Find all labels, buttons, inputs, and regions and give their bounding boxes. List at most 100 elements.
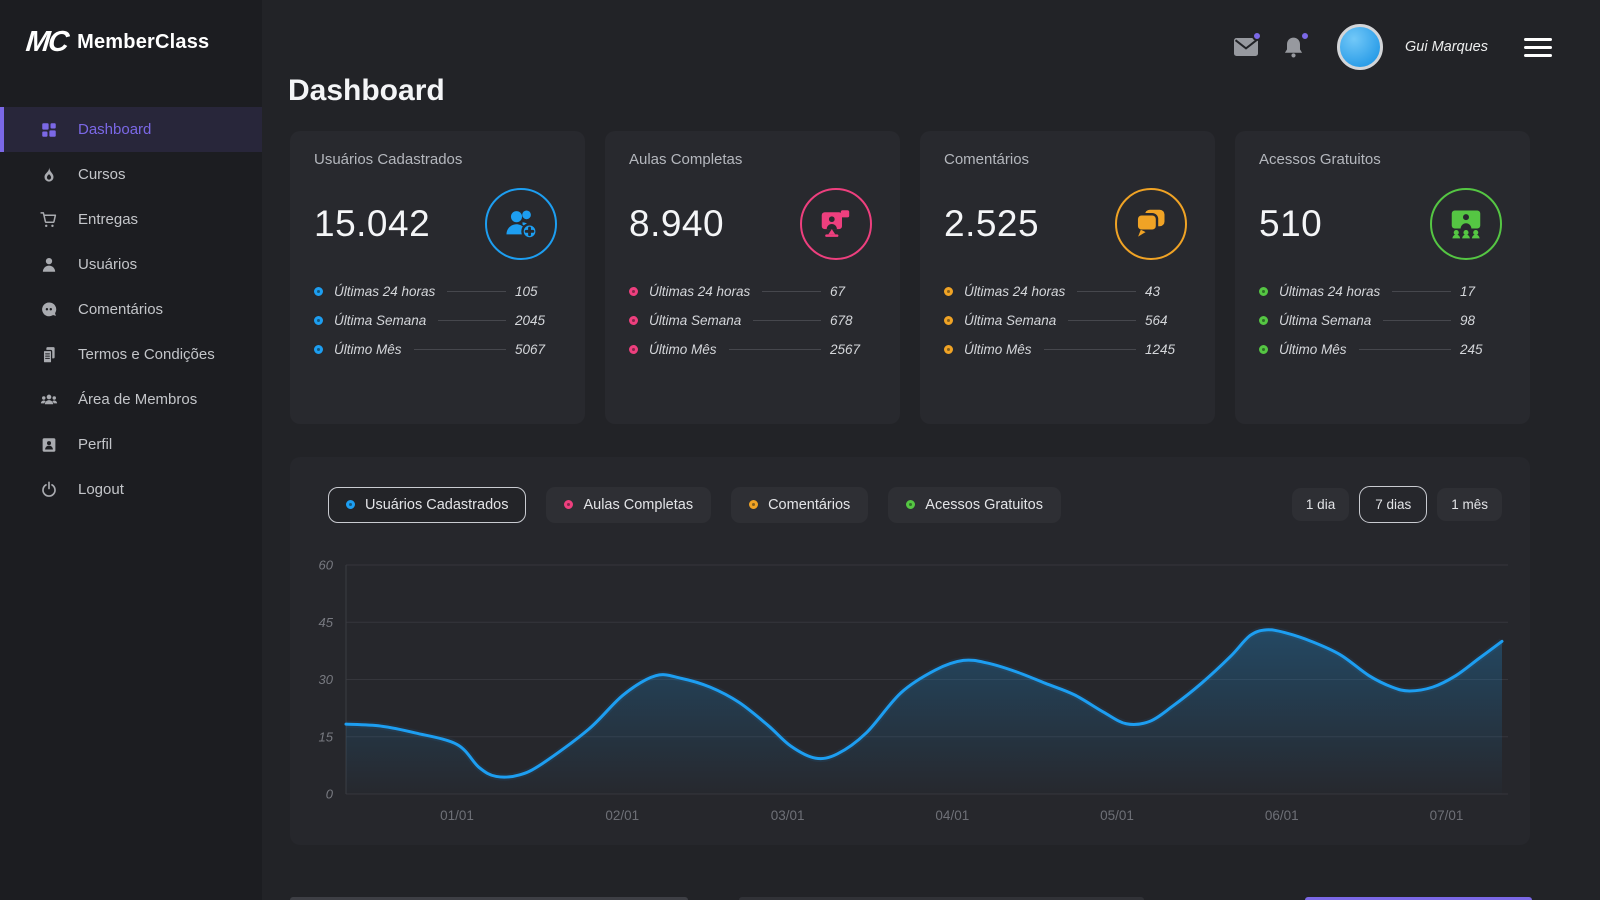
svg-text:60: 60: [319, 558, 334, 573]
messages-button[interactable]: [1233, 34, 1259, 60]
stat-row-label: Últimas 24 horas: [334, 284, 435, 299]
svg-text:03/01: 03/01: [771, 808, 805, 823]
members-group-icon: [40, 391, 58, 409]
brand-name: MemberClass: [77, 31, 209, 54]
stat-row-value: 67: [830, 284, 876, 299]
sidebar-item-label: Área de Membros: [78, 391, 197, 408]
leader-line: [1359, 349, 1451, 350]
legend-dot: [564, 500, 573, 509]
sidebar-item-area-membros[interactable]: Área de Membros: [0, 377, 262, 422]
stat-row-value: 2045: [515, 313, 561, 328]
stat-card-title: Acessos Gratuitos: [1259, 151, 1506, 168]
stat-row-value: 98: [1460, 313, 1506, 328]
stat-card-title: Aulas Completas: [629, 151, 876, 168]
stat-card-comentarios: Comentários 2.525 Últimas 24 horas 43 Úl…: [920, 131, 1215, 424]
stat-card-title: Comentários: [944, 151, 1191, 168]
leader-line: [1383, 320, 1451, 321]
sidebar-item-label: Logout: [78, 481, 124, 498]
sidebar-item-entregas[interactable]: Entregas: [0, 197, 262, 242]
svg-text:02/01: 02/01: [605, 808, 639, 823]
user-name[interactable]: Gui Marques: [1405, 39, 1488, 55]
power-icon: [40, 481, 58, 499]
leader-line: [753, 320, 821, 321]
stat-row-value: 43: [1145, 284, 1191, 299]
sidebar-item-label: Dashboard: [78, 121, 151, 138]
sidebar-item-usuarios[interactable]: Usuários: [0, 242, 262, 287]
stat-row-label: Última Semana: [334, 313, 426, 328]
notifications-button[interactable]: [1281, 34, 1307, 60]
stat-row: Últimas 24 horas 105: [314, 284, 561, 299]
stat-row: Último Mês 1245: [944, 342, 1191, 357]
sidebar-item-comentarios[interactable]: Comentários: [0, 287, 262, 332]
sidebar-item-dashboard[interactable]: Dashboard: [0, 107, 262, 152]
legend-aulas-completas[interactable]: Aulas Completas: [546, 487, 711, 523]
topbar: Gui Marques: [1233, 24, 1552, 70]
legend-label: Usuários Cadastrados: [365, 497, 508, 513]
bullet-dot: [1259, 316, 1268, 325]
legend-acessos-gratuitos[interactable]: Acessos Gratuitos: [888, 487, 1061, 523]
stat-card-value: 2.525: [944, 203, 1039, 245]
sidebar-item-label: Cursos: [78, 166, 126, 183]
usage-area-chart: 01530456001/0102/0103/0104/0105/0106/010…: [306, 545, 1514, 837]
page-title: Dashboard: [288, 74, 445, 108]
stat-row: Últimas 24 horas 17: [1259, 284, 1506, 299]
stat-row-label: Últimas 24 horas: [649, 284, 750, 299]
stat-row-label: Última Semana: [964, 313, 1056, 328]
stat-row: Últimas 24 horas 67: [629, 284, 876, 299]
leader-line: [447, 291, 506, 292]
legend-comentarios[interactable]: Comentários: [731, 487, 868, 523]
user-icon: [40, 256, 58, 274]
cart-icon: [40, 211, 58, 229]
range-1-dia-button[interactable]: 1 dia: [1292, 488, 1349, 521]
svg-text:30: 30: [319, 672, 334, 687]
bullet-dot: [944, 316, 953, 325]
leader-line: [729, 349, 821, 350]
leader-line: [1392, 291, 1451, 292]
hamburger-menu-icon[interactable]: [1524, 38, 1552, 57]
sidebar-item-label: Usuários: [78, 256, 137, 273]
svg-text:06/01: 06/01: [1265, 808, 1299, 823]
sidebar-item-perfil[interactable]: Perfil: [0, 422, 262, 467]
messages-notification-dot: [1252, 31, 1262, 41]
leader-line: [1068, 320, 1136, 321]
sidebar-item-cursos[interactable]: Cursos: [0, 152, 262, 197]
stat-row: Último Mês 5067: [314, 342, 561, 357]
stat-row-value: 17: [1460, 284, 1506, 299]
bullet-dot: [314, 287, 323, 296]
range-7-dias-button[interactable]: 7 dias: [1359, 486, 1427, 523]
leader-line: [438, 320, 506, 321]
bullet-dot: [629, 287, 638, 296]
stat-row: Último Mês 245: [1259, 342, 1506, 357]
stat-card-usuarios-cadastrados: Usuários Cadastrados 15.042 Últimas 24 h…: [290, 131, 585, 424]
legend-label: Acessos Gratuitos: [925, 497, 1043, 513]
stat-row-value: 245: [1460, 342, 1506, 357]
leader-line: [414, 349, 506, 350]
sidebar-item-logout[interactable]: Logout: [0, 467, 262, 512]
range-1-mes-button[interactable]: 1 mês: [1437, 488, 1502, 521]
stat-row: Último Mês 2567: [629, 342, 876, 357]
dashboard-grid-icon: [40, 121, 58, 139]
bullet-dot: [314, 345, 323, 354]
legend-usuarios-cadastrados[interactable]: Usuários Cadastrados: [328, 487, 526, 523]
avatar[interactable]: [1337, 24, 1383, 70]
sidebar: MC MemberClass Dashboard Cursos Entregas…: [0, 0, 262, 900]
svg-text:05/01: 05/01: [1100, 808, 1134, 823]
stat-row-value: 105: [515, 284, 561, 299]
comment-bubble-icon: [40, 301, 58, 319]
leader-line: [1077, 291, 1136, 292]
stat-row-label: Último Mês: [1279, 342, 1347, 357]
stat-card-value: 8.940: [629, 203, 724, 245]
sidebar-item-termos[interactable]: Termos e Condições: [0, 332, 262, 377]
stat-row-label: Último Mês: [334, 342, 402, 357]
comments-icon: [1115, 188, 1187, 260]
stat-row-value: 678: [830, 313, 876, 328]
bullet-dot: [944, 287, 953, 296]
stat-row-value: 564: [1145, 313, 1191, 328]
brand-logo[interactable]: MC MemberClass: [0, 0, 262, 59]
bullet-dot: [314, 316, 323, 325]
sidebar-item-label: Perfil: [78, 436, 112, 453]
stat-card-value: 510: [1259, 203, 1322, 245]
sidebar-item-label: Comentários: [78, 301, 163, 318]
bullet-dot: [629, 345, 638, 354]
legend-dot: [906, 500, 915, 509]
